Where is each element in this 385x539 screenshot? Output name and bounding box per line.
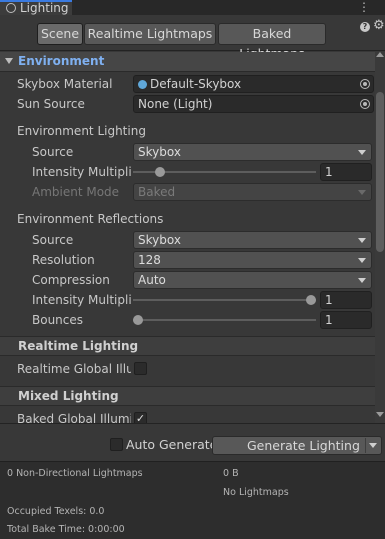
lighting-settings-panel: Environment Skybox Material Default-Skyb… xyxy=(0,52,375,423)
auto-generate-checkbox[interactable] xyxy=(110,438,123,451)
sun-source-label: Sun Source xyxy=(17,97,85,111)
environment-header-label: Environment xyxy=(18,54,105,68)
lightmap-stats-panel: 0 Non-Directional Lightmaps 0 B No Light… xyxy=(0,461,385,539)
skybox-material-field[interactable]: Default-Skybox xyxy=(133,75,374,93)
realtime-global-illum-label: Realtime Global Illum xyxy=(17,362,131,376)
env-lighting-source-label: Source xyxy=(32,145,74,159)
help-icon[interactable]: ? xyxy=(360,22,370,32)
window-title: Lighting xyxy=(20,1,69,15)
lightmap-count-text: 0 Non-Directional Lightmaps xyxy=(7,468,143,479)
realtime-lighting-header-label: Realtime Lighting xyxy=(18,339,139,353)
chevron-down-icon[interactable] xyxy=(369,443,377,448)
skybox-material-value: Default-Skybox xyxy=(150,77,242,91)
lighting-window-tab[interactable]: Lighting xyxy=(0,0,72,15)
scrollbar-thumb[interactable] xyxy=(376,92,384,252)
reflections-intensity-slider-track[interactable] xyxy=(133,299,316,301)
environment-lighting-subheader: Environment Lighting xyxy=(17,124,146,138)
environment-reflections-subheader: Environment Reflections xyxy=(17,212,164,226)
chevron-down-icon xyxy=(358,258,366,263)
generate-lighting-button[interactable]: Generate Lighting xyxy=(212,436,382,455)
generate-lighting-label: Generate Lighting xyxy=(247,438,360,453)
bounces-input[interactable]: 1 xyxy=(320,311,372,329)
chevron-down-icon xyxy=(358,190,366,195)
chevron-down-icon xyxy=(358,238,366,243)
reflections-intensity-input[interactable]: 1 xyxy=(320,291,372,309)
env-lighting-source-value: Skybox xyxy=(138,145,181,159)
baked-global-illum-checkbox[interactable]: ✓ xyxy=(134,412,147,423)
lighting-toolbar: Scene Realtime Lightmaps Baked Lightmaps… xyxy=(0,15,385,61)
material-icon xyxy=(138,80,147,89)
env-lighting-source-dropdown[interactable]: Skybox xyxy=(133,143,372,161)
bounces-slider-knob[interactable] xyxy=(133,315,143,325)
reflections-resolution-value: 128 xyxy=(138,253,161,267)
env-lighting-intensity-slider-knob[interactable] xyxy=(154,167,165,177)
object-picker-icon[interactable] xyxy=(360,79,370,89)
foldout-arrow-icon xyxy=(5,58,13,64)
tab-scene[interactable]: Scene xyxy=(37,23,83,45)
tab-realtime-lightmaps[interactable]: Realtime Lightmaps xyxy=(84,23,216,45)
ambient-mode-value: Baked xyxy=(138,185,176,199)
reflections-source-label: Source xyxy=(32,233,74,247)
sun-source-value: None (Light) xyxy=(138,97,213,111)
bake-time-text: Total Bake Time: 0:00:00 xyxy=(7,524,125,535)
env-lighting-intensity-label: Intensity Multiplie xyxy=(32,165,132,179)
reflections-source-value: Skybox xyxy=(138,233,181,247)
vertical-scrollbar[interactable] xyxy=(375,52,385,423)
chevron-down-icon xyxy=(358,278,366,283)
bounces-slider-track[interactable] xyxy=(133,319,316,321)
reflections-source-dropdown[interactable]: Skybox xyxy=(133,231,372,249)
bounces-label: Bounces xyxy=(32,313,84,327)
window-title-bar: Lighting ⋮ xyxy=(0,0,385,15)
lightmap-size-text: 0 B xyxy=(223,468,239,479)
scroll-up-arrow-icon[interactable] xyxy=(376,52,384,57)
scroll-down-arrow-icon[interactable] xyxy=(376,412,384,417)
reflections-resolution-dropdown[interactable]: 128 xyxy=(133,251,372,269)
realtime-lighting-section-header[interactable]: Realtime Lighting xyxy=(0,336,375,356)
reflections-resolution-label: Resolution xyxy=(32,253,95,267)
button-divider xyxy=(365,438,366,453)
env-lighting-intensity-input[interactable]: 1 xyxy=(320,163,372,181)
tab-baked-lightmaps[interactable]: Baked Lightmaps xyxy=(218,23,326,61)
gear-icon[interactable]: ⚙ xyxy=(373,18,385,33)
lightbulb-icon xyxy=(6,3,16,13)
chevron-down-icon xyxy=(358,150,366,155)
realtime-global-illum-checkbox[interactable] xyxy=(134,362,147,375)
skybox-material-label: Skybox Material xyxy=(17,77,113,91)
environment-section-header[interactable]: Environment xyxy=(0,52,375,72)
reflections-compression-label: Compression xyxy=(32,273,110,287)
object-picker-icon[interactable] xyxy=(360,99,370,109)
no-lightmaps-text: No Lightmaps xyxy=(223,487,289,498)
occupied-texels-text: Occupied Texels: 0.0 xyxy=(7,506,105,517)
reflections-intensity-slider-knob[interactable] xyxy=(306,295,316,305)
mixed-lighting-header-label: Mixed Lighting xyxy=(18,389,119,403)
reflections-intensity-label: Intensity Multiplie xyxy=(32,293,132,307)
auto-generate-label: Auto Generate xyxy=(126,437,218,452)
reflections-compression-value: Auto xyxy=(138,273,166,287)
mixed-lighting-section-header[interactable]: Mixed Lighting xyxy=(0,386,375,406)
sun-source-field[interactable]: None (Light) xyxy=(133,95,374,113)
ambient-mode-dropdown: Baked xyxy=(133,183,372,201)
ambient-mode-label: Ambient Mode xyxy=(32,185,120,199)
window-menu-icon[interactable]: ⋮ xyxy=(358,0,370,14)
baked-global-illum-label: Baked Global Illumin xyxy=(17,412,131,423)
generate-bar: Auto Generate Generate Lighting xyxy=(0,423,385,461)
reflections-compression-dropdown[interactable]: Auto xyxy=(133,271,372,289)
